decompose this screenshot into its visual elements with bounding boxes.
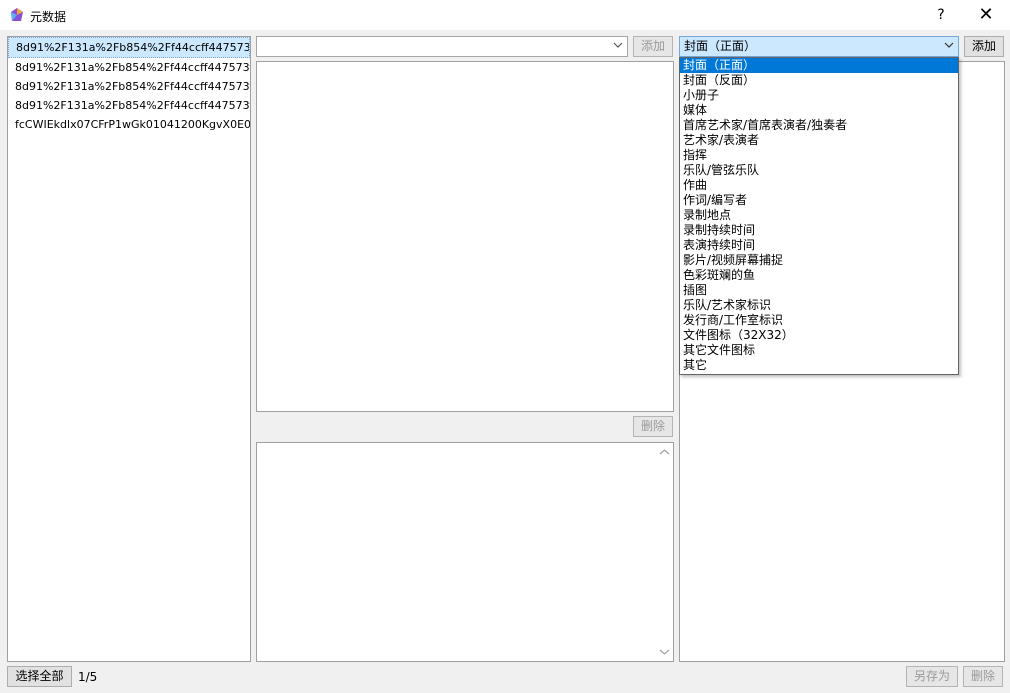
dropdown-option[interactable]: 媒体 [680, 103, 958, 118]
close-button[interactable]: ✕ [968, 0, 1004, 30]
delete-metadata-button[interactable]: 删除 [633, 416, 673, 437]
file-list-item[interactable]: 8d91%2F131a%2Fb854%2Ff44ccff447573f... [8, 96, 250, 115]
metadata-value-list[interactable] [256, 61, 674, 412]
file-list-item[interactable]: 8d91%2F131a%2Fb854%2Ff44ccff447573f... [8, 58, 250, 77]
dropdown-option[interactable]: 录制地点 [680, 208, 958, 223]
dropdown-option[interactable]: 乐队/艺术家标识 [680, 298, 958, 313]
title-bar: 元数据 ? ✕ [0, 0, 1010, 30]
vertical-scrollbar[interactable] [656, 443, 673, 661]
dropdown-option[interactable]: 其它 [680, 358, 958, 373]
metadata-text-area[interactable] [256, 442, 674, 662]
dropdown-option[interactable]: 艺术家/表演者 [680, 133, 958, 148]
file-list[interactable]: 8d91%2F131a%2Fb854%2Ff44ccff447573f... 8… [7, 36, 251, 662]
chevron-down-icon [613, 42, 623, 48]
dropdown-option[interactable]: 影片/视频屏幕捕捉 [680, 253, 958, 268]
dropdown-option[interactable]: 乐队/管弦乐队 [680, 163, 958, 178]
picture-type-selected: 封面（正面） [684, 39, 757, 53]
dropdown-option[interactable]: 发行商/工作室标识 [680, 313, 958, 328]
dropdown-option[interactable]: 首席艺术家/首席表演者/独奏者 [680, 118, 958, 133]
dropdown-option[interactable]: 文件图标（32X32） [680, 328, 958, 343]
picture-type-dropdown[interactable]: 封面（正面） 封面（反面） 小册子 媒体 首席艺术家/首席表演者/独奏者 艺术家… [679, 57, 959, 375]
file-list-item[interactable]: 8d91%2F131a%2Fb854%2Ff44ccff447573f... [8, 37, 250, 58]
dropdown-option[interactable]: 作曲 [680, 178, 958, 193]
dropdown-option[interactable]: 小册子 [680, 88, 958, 103]
dropdown-option[interactable]: 作词/编写者 [680, 193, 958, 208]
scroll-up-icon[interactable] [659, 448, 670, 456]
dropdown-option[interactable]: 色彩斑斓的鱼 [680, 268, 958, 283]
save-as-button[interactable]: 另存为 [906, 666, 958, 687]
dropdown-option[interactable]: 指挥 [680, 148, 958, 163]
dropdown-option[interactable]: 封面（反面） [680, 73, 958, 88]
delete-picture-button[interactable]: 删除 [963, 666, 1003, 687]
scroll-down-icon[interactable] [659, 648, 670, 656]
add-picture-button[interactable]: 添加 [964, 36, 1004, 57]
picture-type-combobox[interactable]: 封面（正面） [679, 36, 959, 57]
dropdown-option[interactable]: 录制持续时间 [680, 223, 958, 238]
add-metadata-button[interactable]: 添加 [633, 36, 673, 57]
app-icon [11, 8, 23, 21]
help-button[interactable]: ? [926, 0, 956, 30]
window-title: 元数据 [30, 10, 67, 24]
chevron-down-icon [944, 42, 954, 48]
dropdown-option[interactable]: 表演持续时间 [680, 238, 958, 253]
dropdown-option[interactable]: 插图 [680, 283, 958, 298]
file-list-item[interactable]: 8d91%2F131a%2Fb854%2Ff44ccff447573f... [8, 77, 250, 96]
dropdown-option[interactable]: 封面（正面） [680, 58, 958, 73]
file-list-item[interactable]: fcCWIEkdlx07CFrP1wGk01041200KgvX0E0... [8, 115, 250, 134]
dropdown-option[interactable]: 其它文件图标 [680, 343, 958, 358]
select-all-button[interactable]: 选择全部 [7, 666, 72, 687]
page-counter: 1/5 [78, 670, 98, 684]
metadata-key-combobox[interactable] [256, 36, 628, 57]
